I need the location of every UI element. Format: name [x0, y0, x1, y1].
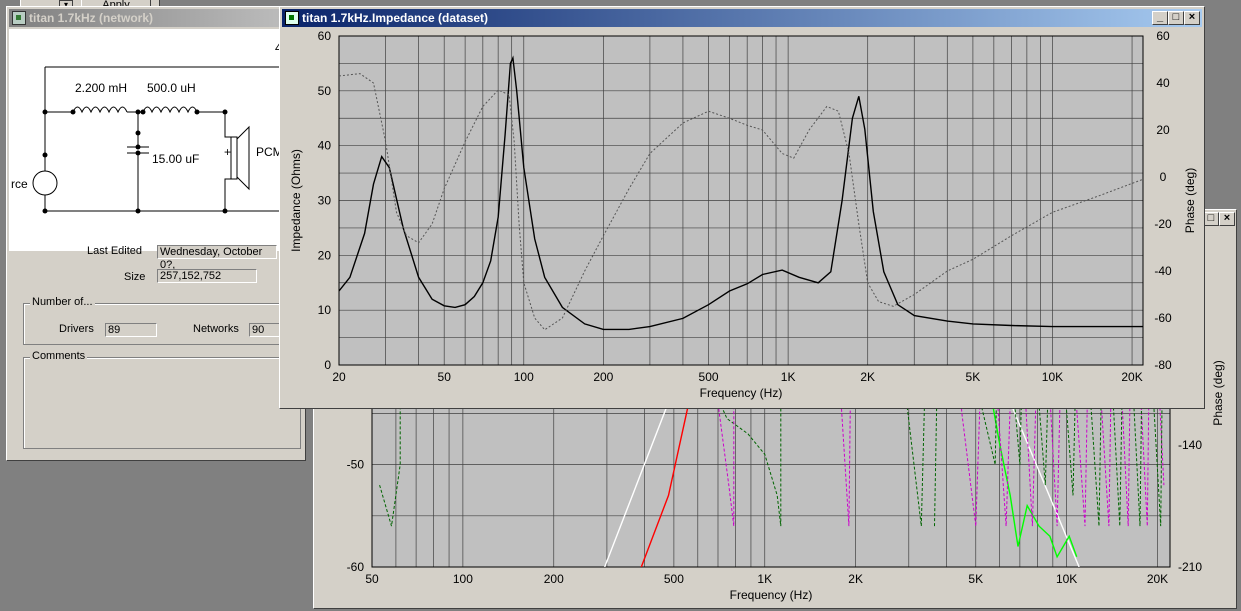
x-axis-label: Frequency (Hz) — [730, 588, 813, 602]
size-label: Size — [124, 271, 146, 283]
x-tick-label: 5K — [968, 572, 983, 586]
size-field: 257,152,752 — [157, 269, 257, 283]
x-tick-label: 200 — [544, 572, 564, 586]
x-tick-label: 20K — [1121, 370, 1142, 384]
info-panel: Last Edited Wednesday, October 0?, Size … — [9, 245, 305, 458]
y2-tick-label: -210 — [1178, 560, 1202, 574]
y2-tick-label: -80 — [1154, 358, 1172, 372]
x-tick-label: 100 — [514, 370, 534, 384]
y2-tick-label: -60 — [1154, 311, 1172, 325]
y-tick-label: -50 — [347, 458, 365, 472]
y-tick-label: 40 — [318, 139, 332, 153]
impedance-chart: 20 50 100 200 500 1K 2K 5K 10K 20K0102030405060-8… — [289, 29, 1197, 400]
number-of-title: Number of... — [30, 296, 95, 308]
y-tick-label: 10 — [318, 303, 332, 317]
last-edited-field: Wednesday, October 0?, — [157, 245, 277, 271]
drivers-field: 89 — [105, 323, 157, 337]
x-tick-label: 200 — [593, 370, 613, 384]
x-tick-label: 10K — [1042, 370, 1063, 384]
x-tick-label: 50 — [365, 572, 379, 586]
y-tick-label: -60 — [347, 560, 365, 574]
x-tick-label: 20K — [1147, 572, 1168, 586]
x-tick-label: 100 — [453, 572, 473, 586]
app-icon — [12, 11, 26, 25]
drivers-label: Drivers — [59, 323, 94, 335]
x-tick-label: 500 — [664, 572, 684, 586]
x-tick-label: 5K — [966, 370, 981, 384]
inductor1-label[interactable]: 2.200 mH — [75, 81, 127, 95]
x-tick-label: 500 — [699, 370, 719, 384]
y-tick-label: 30 — [318, 194, 332, 208]
y-tick-label: 50 — [318, 84, 332, 98]
y-tick-label: 0 — [324, 358, 331, 372]
x-tick-label: 1K — [757, 572, 772, 586]
network-window-titlebar[interactable]: titan 1.7kHz (network) — [9, 9, 303, 27]
networks-label: Networks — [193, 323, 239, 335]
y2-axis-label: Phase (deg) — [1183, 168, 1197, 233]
impedance-window: titan 1.7kHz.Impedance (dataset) _ □ × 2… — [279, 6, 1205, 409]
y2-axis-label: Phase (deg) — [1211, 360, 1225, 425]
x-tick-label: 1K — [781, 370, 796, 384]
capacitor-label[interactable]: 15.00 uF — [152, 152, 199, 166]
x-tick-label: 2K — [848, 572, 863, 586]
y2-tick-label: 0 — [1160, 170, 1167, 184]
y2-tick-label: -140 — [1178, 438, 1202, 452]
y-tick-label: 60 — [318, 29, 332, 43]
network-window: titan 1.7kHz (network) 2.200 mH 500.0 uH… — [6, 6, 306, 461]
y-tick-label: 20 — [318, 248, 332, 262]
y-axis-label: Impedance (Ohms) — [289, 149, 303, 252]
x-tick-label: 50 — [438, 370, 452, 384]
comments-title: Comments — [30, 350, 88, 362]
x-tick-label: 2K — [860, 370, 875, 384]
schematic-canvas: 4 2.200 mH 500.0 uH 15.00 uF + PCM rce — [9, 29, 305, 251]
crossover-schematic — [32, 66, 284, 214]
network-window-title: titan 1.7kHz (network) — [29, 11, 154, 25]
x-tick-label: 10K — [1056, 572, 1077, 586]
y2-tick-label: -20 — [1154, 217, 1172, 231]
comments-group: Comments — [23, 350, 301, 449]
inductor2-label[interactable]: 500.0 uH — [147, 81, 196, 95]
x-tick-label: 20 — [332, 370, 346, 384]
last-edited-label: Last Edited — [87, 245, 143, 257]
driver-polarity: + — [224, 145, 232, 159]
source-label[interactable]: rce — [11, 177, 28, 191]
y2-tick-label: 40 — [1156, 76, 1170, 90]
y2-tick-label: -40 — [1154, 264, 1172, 278]
y2-tick-label: 20 — [1156, 123, 1170, 137]
y2-tick-label: 60 — [1156, 29, 1170, 43]
x-axis-label: Frequency (Hz) — [700, 386, 783, 400]
